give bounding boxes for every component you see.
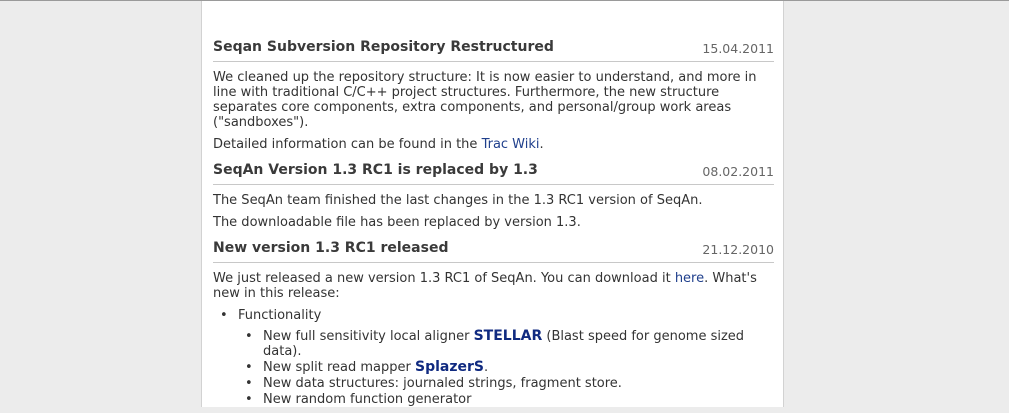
news-list: Seqan Subversion Repository Restructured… — [213, 37, 774, 413]
browser-page: Seqan Subversion Repository Restructured… — [0, 0, 1009, 407]
news-item-rc1-released: New version 1.3 RC1 released 21.12.2010 … — [213, 238, 774, 407]
news-body: We just released a new version 1.3 RC1 o… — [213, 271, 774, 407]
news-item-version-replaced: SeqAn Version 1.3 RC1 is replaced by 1.3… — [213, 160, 774, 230]
download-here-link[interactable]: here — [675, 271, 704, 286]
stellar-link[interactable]: STELLAR — [474, 328, 543, 344]
news-title: Seqan Subversion Repository Restructured — [213, 39, 554, 55]
text: New split read mapper — [263, 360, 415, 375]
news-column: Seqan Subversion Repository Restructured… — [201, 1, 784, 407]
news-header: New version 1.3 RC1 released 21.12.2010 — [213, 238, 774, 263]
text: . — [539, 137, 544, 152]
news-paragraph: We cleaned up the repository structure: … — [213, 70, 757, 130]
news-paragraph: We just released a new version 1.3 RC1 o… — [213, 271, 774, 301]
splazers-link[interactable]: SplazerS — [415, 359, 484, 375]
list-item: New full sensitivity local aligner STELL… — [238, 328, 774, 360]
trac-wiki-link[interactable]: Trac Wiki — [482, 137, 540, 152]
news-item-repository-restructured: Seqan Subversion Repository Restructured… — [213, 37, 774, 152]
news-header: Seqan Subversion Repository Restructured… — [213, 37, 774, 62]
functionality-sublist: New full sensitivity local aligner STELL… — [238, 328, 774, 408]
news-date: 08.02.2011 — [702, 164, 774, 179]
list-item: New data structures: journaled strings, … — [238, 376, 774, 391]
feature-list: Functionality New full sensitivity local… — [213, 308, 774, 407]
news-body: The SeqAn team finished the last changes… — [213, 193, 774, 230]
news-title: SeqAn Version 1.3 RC1 is replaced by 1.3 — [213, 162, 538, 178]
news-title: New version 1.3 RC1 released — [213, 240, 449, 256]
news-paragraph: The SeqAn team finished the last changes… — [213, 193, 703, 208]
news-date: 15.04.2011 — [702, 41, 774, 56]
text: . — [483, 360, 489, 375]
text: New full sensitivity local aligner — [263, 329, 474, 344]
list-label: Functionality — [238, 308, 322, 323]
news-date: 21.12.2010 — [702, 242, 774, 257]
news-body: We cleaned up the repository structure: … — [213, 70, 774, 152]
list-item: New split read mapper SplazerS. — [238, 359, 774, 376]
news-header: SeqAn Version 1.3 RC1 is replaced by 1.3… — [213, 160, 774, 185]
list-item-functionality: Functionality New full sensitivity local… — [213, 308, 774, 407]
text: We just released a new version 1.3 RC1 o… — [213, 271, 675, 286]
text: Detailed information can be found in the — [213, 137, 482, 152]
news-paragraph: Detailed information can be found in the… — [213, 137, 774, 152]
news-paragraph: The downloadable file has been replaced … — [213, 215, 581, 230]
list-item: New random function generator — [238, 392, 774, 407]
